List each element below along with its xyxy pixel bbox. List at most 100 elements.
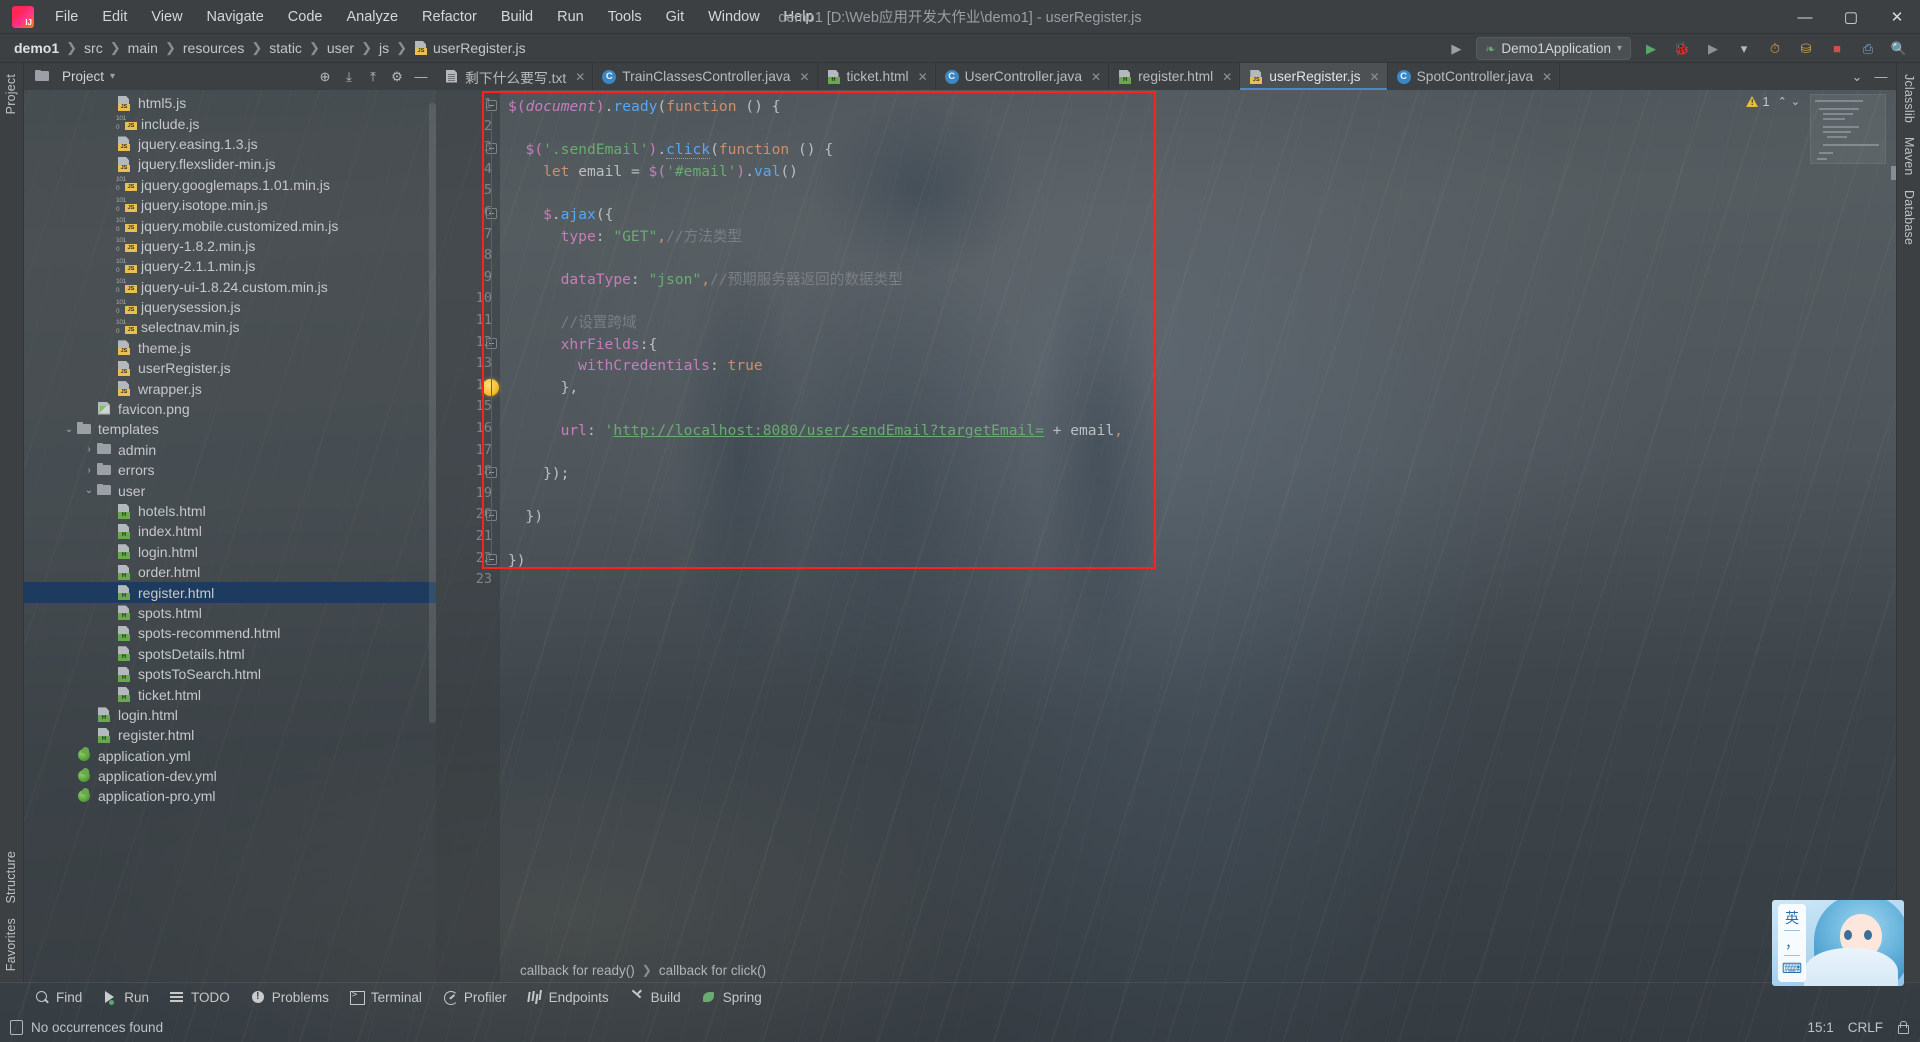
breadcrumb-demo1[interactable]: demo1 (8, 38, 65, 58)
bottom-tool-window-bar[interactable]: Find Run TODO Problems Terminal Profiler… (0, 982, 1920, 1012)
maximize-button[interactable]: ▢ (1828, 0, 1874, 34)
tree-node-jquery-googlemaps-1-01-min-js[interactable]: JS jquery.googlemaps.1.01.min.js (24, 175, 436, 195)
tree-node-theme-js[interactable]: theme.js (24, 338, 436, 358)
close-button[interactable]: ✕ (1874, 0, 1920, 34)
editor-tab-spotcontroller-java[interactable]: SpotController.java ✕ (1388, 63, 1561, 90)
search-everywhere-button[interactable]: 🔍 (1888, 38, 1910, 60)
tree-node-jquery-easing-1-3-js[interactable]: jquery.easing.1.3.js (24, 134, 436, 154)
status-bar-right[interactable]: 15:1 CRLF (1807, 1020, 1909, 1035)
chevron-right-icon[interactable]: › (82, 465, 96, 476)
tree-node-spotsdetails-html[interactable]: spotsDetails.html (24, 644, 436, 664)
tree-node-ticket-html[interactable]: ticket.html (24, 684, 436, 704)
ime-mode-panel[interactable]: 英 ， ⌨ (1778, 904, 1806, 982)
tree-node-userregister-js[interactable]: userRegister.js (24, 358, 436, 378)
editor-code-area[interactable]: $(document).ready(function () {$('.sendE… (500, 90, 1896, 982)
run-configuration-selector[interactable]: ❧ Demo1Application ▾ (1476, 37, 1631, 60)
tree-node-order-html[interactable]: order.html (24, 562, 436, 582)
menu-help[interactable]: Help (773, 5, 825, 29)
code-fold-toggle[interactable] (486, 553, 497, 565)
tab-list-chevron-icon[interactable]: ⌄ (1846, 66, 1868, 88)
menu-git[interactable]: Git (655, 5, 696, 29)
editor-tab-ticket-html[interactable]: ticket.html ✕ (818, 63, 936, 90)
updates-button[interactable]: ⎙ (1857, 38, 1879, 60)
stop-button[interactable]: ■ (1826, 38, 1848, 60)
ime-keyboard-icon[interactable]: ⌨ (1782, 961, 1802, 975)
close-tab-icon[interactable]: ✕ (1222, 70, 1232, 84)
breadcrumb-main[interactable]: main (122, 38, 164, 58)
stripe-button-project[interactable]: Project (0, 67, 22, 121)
close-tab-icon[interactable]: ✕ (575, 70, 585, 84)
build-hammer-icon[interactable]: ▶ (1445, 38, 1467, 60)
tree-node-jquery-isotope-min-js[interactable]: JS jquery.isotope.min.js (24, 195, 436, 215)
project-file-tree[interactable]: html5.js JS include.js jquery.easing.1.3.js… (24, 90, 436, 982)
tree-node-login-html[interactable]: login.html (24, 705, 436, 725)
next-problem-icon[interactable]: ⌄ (1791, 95, 1800, 108)
tree-node-user[interactable]: ⌄ user (24, 480, 436, 500)
ime-mascot-widget[interactable]: 英 ， ⌨ (1772, 900, 1904, 986)
breadcrumb-static[interactable]: static (263, 38, 308, 58)
tree-node-index-html[interactable]: index.html (24, 521, 436, 541)
run-button[interactable]: ▶ (1640, 38, 1662, 60)
tree-node-admin[interactable]: › admin (24, 440, 436, 460)
stripe-button-database[interactable]: Database (1898, 183, 1920, 252)
breadcrumb-js[interactable]: js (373, 38, 395, 58)
run-with-coverage-button[interactable]: ▶ (1702, 38, 1724, 60)
close-tab-icon[interactable]: ✕ (1542, 70, 1552, 84)
chevron-down-icon[interactable]: ⌄ (82, 485, 96, 496)
lock-icon[interactable] (1897, 1020, 1909, 1034)
editor-gutter[interactable]: 1234567891011121314151617181920212223 (436, 90, 500, 982)
inspection-widget[interactable]: 1 ⌃ ⌄ (1746, 94, 1800, 109)
window-controls[interactable]: — ▢ ✕ (1782, 0, 1920, 34)
tree-node-register-html[interactable]: register.html (24, 582, 436, 603)
tree-node-spots-recommend-html[interactable]: spots-recommend.html (24, 623, 436, 643)
menu-analyze[interactable]: Analyze (335, 5, 409, 29)
ime-punctuation-icon[interactable]: ， (1785, 936, 1799, 950)
menu-file[interactable]: File (44, 5, 89, 29)
more-run-options-button[interactable]: ▾ (1733, 38, 1755, 60)
stripe-button-maven[interactable]: Maven (1898, 130, 1920, 183)
ime-mode-label[interactable]: 英 (1785, 911, 1799, 925)
settings-gear-icon[interactable]: ⚙ (386, 66, 408, 88)
tool-button-build[interactable]: Build (621, 987, 690, 1008)
tree-node-errors[interactable]: › errors (24, 460, 436, 480)
tool-button-spring[interactable]: Spring (693, 987, 771, 1008)
tree-node-register-html[interactable]: register.html (24, 725, 436, 745)
tool-button-find[interactable]: Find (26, 987, 91, 1008)
menu-tools[interactable]: Tools (597, 5, 653, 29)
profiler-button[interactable]: ⏱ (1764, 38, 1786, 60)
tree-node-hotels-html[interactable]: hotels.html (24, 501, 436, 521)
menu-edit[interactable]: Edit (91, 5, 138, 29)
stripe-button-favorites[interactable]: Favorites (0, 911, 22, 978)
collapse-all-icon[interactable]: ⤒ (362, 66, 384, 88)
menu-navigate[interactable]: Navigate (196, 5, 275, 29)
menu-run[interactable]: Run (546, 5, 595, 29)
chevron-down-icon[interactable]: ⌄ (62, 424, 76, 435)
tab-bar-actions[interactable]: ⌄ — (1846, 63, 1896, 90)
menu-refactor[interactable]: Refactor (411, 5, 488, 29)
tree-node-jquery-ui-1-8-24-custom-min-js[interactable]: JS jquery-ui-1.8.24.custom.min.js (24, 277, 436, 297)
chevron-right-icon[interactable]: › (82, 444, 96, 455)
tree-node-wrapper-js[interactable]: wrapper.js (24, 378, 436, 398)
close-tab-icon[interactable]: ✕ (1091, 70, 1101, 84)
breadcrumb-callback-ready[interactable]: callback for ready() (520, 963, 635, 978)
stripe-button-jclasslib[interactable]: Jclasslib (1898, 67, 1920, 130)
tool-button-terminal[interactable]: Terminal (341, 987, 431, 1008)
tree-node-spotstosearch-html[interactable]: spotsToSearch.html (24, 664, 436, 684)
stripe-button-structure[interactable]: Structure (0, 844, 22, 911)
tree-node-spots-html[interactable]: spots.html (24, 603, 436, 623)
minimize-button[interactable]: — (1782, 0, 1828, 34)
expand-all-icon[interactable]: ⤓ (338, 66, 360, 88)
editor-tab--txt[interactable]: 剩下什么要写.txt ✕ (436, 63, 594, 90)
tree-node-templates[interactable]: ⌄ templates (24, 419, 436, 439)
breadcrumb-user[interactable]: user (321, 38, 360, 58)
editor-tab-trainclassescontroller-java[interactable]: TrainClassesController.java ✕ (593, 63, 818, 90)
navigation-bar-actions[interactable]: ▶ ❧ Demo1Application ▾ ▶ 🐞 ▶ ▾ ⏱ ⛁ ■ ⎙ 🔍 (1445, 34, 1920, 63)
menu-view[interactable]: View (140, 5, 193, 29)
editor-tab-register-html[interactable]: register.html ✕ (1109, 63, 1241, 90)
tree-node-login-html[interactable]: login.html (24, 542, 436, 562)
menu-build[interactable]: Build (490, 5, 544, 29)
line-separator[interactable]: CRLF (1848, 1020, 1883, 1035)
code-editor[interactable]: 1234567891011121314151617181920212223 $(… (436, 90, 1896, 982)
menu-window[interactable]: Window (697, 5, 771, 29)
tool-button-todo[interactable]: TODO (161, 987, 239, 1008)
